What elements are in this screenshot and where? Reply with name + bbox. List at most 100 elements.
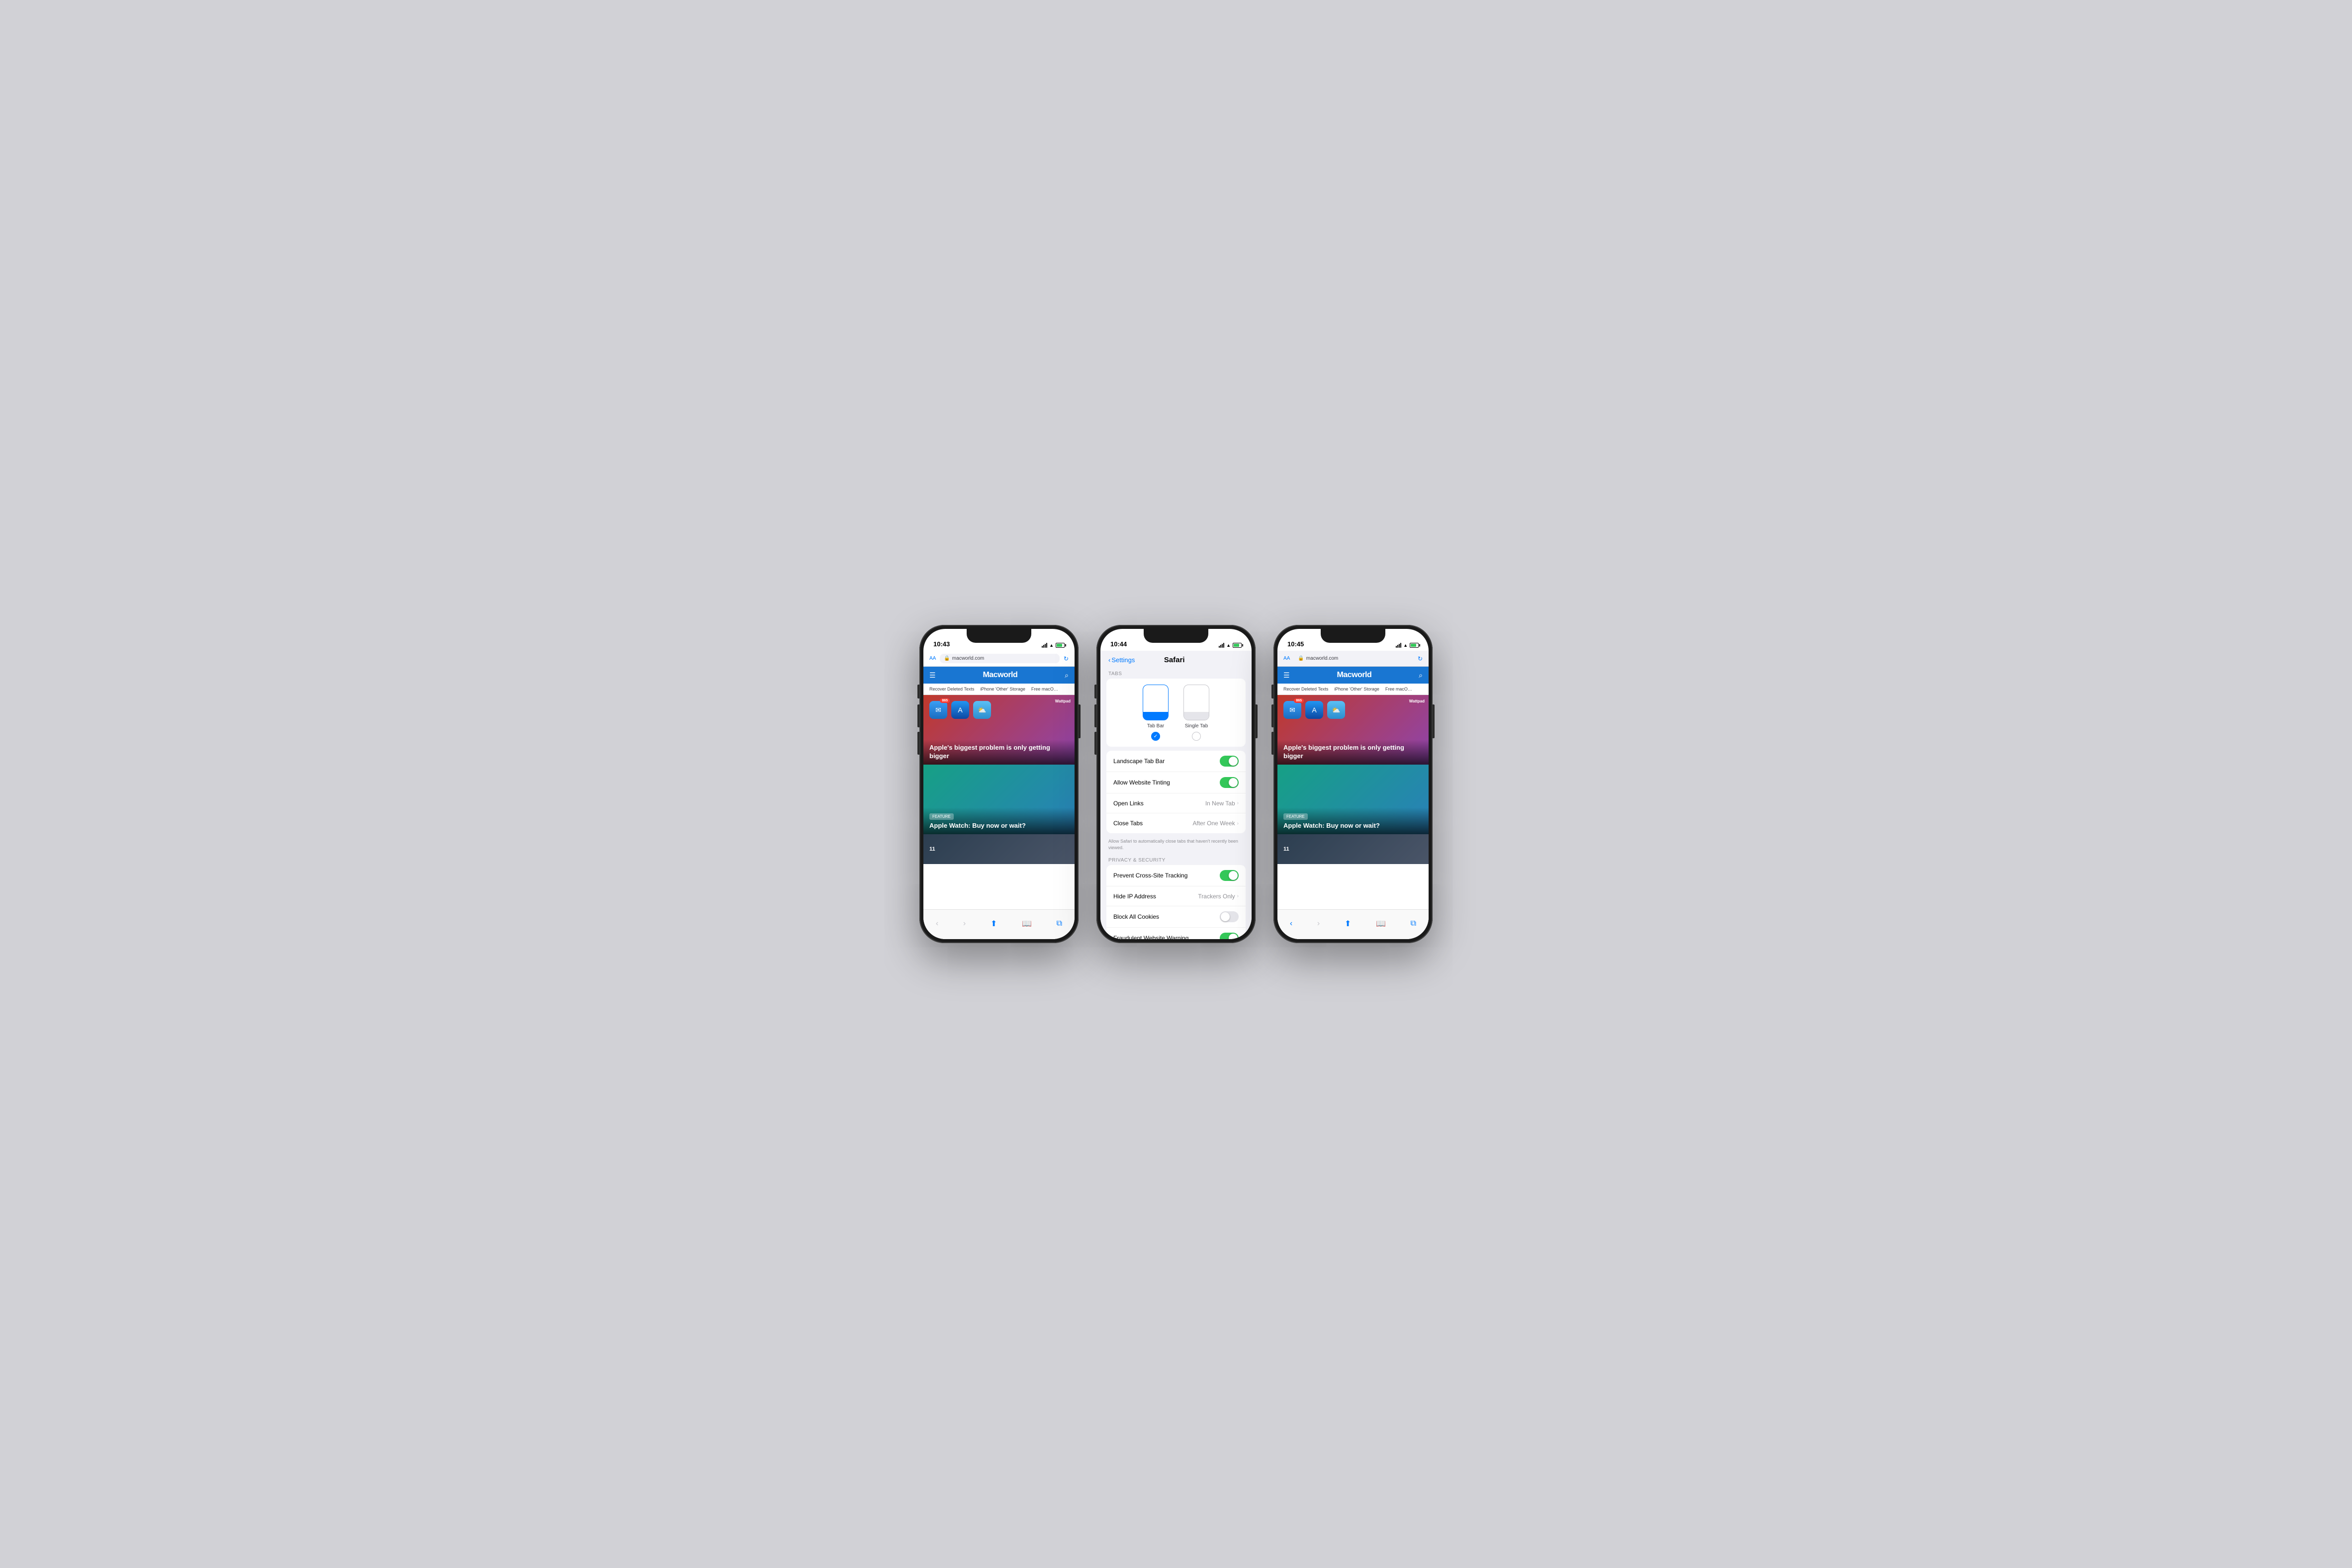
aa-label-3[interactable]: AA	[1283, 656, 1290, 661]
nav-link-1-2[interactable]: Free macO…	[1031, 687, 1058, 692]
nav-link-1-1[interactable]: iPhone 'Other' Storage	[980, 687, 1025, 692]
phones-container: 10:43 ▲	[919, 625, 1433, 943]
bookmarks-button-3[interactable]: 📖	[1376, 919, 1386, 929]
mail-icon-1: ✉ 865	[929, 701, 947, 719]
nav-links-1: Recover Deleted Texts iPhone 'Other' Sto…	[923, 684, 1075, 695]
fraudulent-warning-row[interactable]: Fraudulent Website Warning	[1106, 928, 1246, 939]
tab-bar-radio[interactable]	[1151, 732, 1160, 741]
status-icons-3: ▲	[1396, 643, 1419, 648]
app-icons-1: ✉ 865 A ⛅	[929, 701, 991, 719]
hide-ip-label: Hide IP Address	[1113, 893, 1198, 900]
close-tabs-help-text: Allow Safari to automatically close tabs…	[1100, 837, 1252, 854]
fraudulent-warning-toggle[interactable]	[1220, 933, 1239, 939]
hide-ip-row[interactable]: Hide IP Address Trackers Only ›	[1106, 886, 1246, 906]
fraudulent-warning-label: Fraudulent Website Warning	[1113, 935, 1220, 939]
settings-nav-2: ‹ Settings Safari	[1100, 651, 1252, 667]
close-tabs-label: Close Tabs	[1113, 820, 1193, 827]
nav-link-1-0[interactable]: Recover Deleted Texts	[929, 687, 974, 692]
mail-badge-1: 865	[940, 698, 950, 703]
tab-bar-label: Tab Bar	[1147, 723, 1164, 729]
phone-1-inner: 10:43 ▲	[923, 629, 1075, 939]
mail-badge-3: 865	[1294, 698, 1304, 703]
tabs-button-1[interactable]: ⧉	[1057, 919, 1062, 928]
nav-link-3-1[interactable]: iPhone 'Other' Storage	[1334, 687, 1379, 692]
phone-3: 10:45 ▲	[1273, 625, 1433, 943]
hide-ip-chevron: ›	[1237, 893, 1239, 899]
single-tab-option[interactable]: Single Tab	[1183, 685, 1209, 744]
settings-back-label: Settings	[1111, 656, 1135, 664]
nav-links-3: Recover Deleted Texts iPhone 'Other' Sto…	[1277, 684, 1429, 695]
volume-up-button-3	[1271, 704, 1273, 727]
open-links-label: Open Links	[1113, 800, 1205, 807]
volume-up-button	[917, 704, 919, 727]
browser-nav-bar-1: AA 🔒 macworld.com ↻	[923, 651, 1075, 667]
search-icon-1[interactable]: ⌕	[1065, 671, 1069, 680]
block-cookies-toggle[interactable]	[1220, 911, 1239, 922]
search-icon-3[interactable]: ⌕	[1419, 671, 1423, 680]
block-cookies-row[interactable]: Block All Cookies	[1106, 906, 1246, 928]
prevent-cross-site-row[interactable]: Prevent Cross-Site Tracking	[1106, 865, 1246, 886]
article-card-3-1[interactable]: FEATURE Apple Watch: Buy now or wait?	[1277, 765, 1429, 834]
menu-icon-1[interactable]: ☰	[929, 671, 936, 680]
prevent-cross-site-toggle[interactable]	[1220, 870, 1239, 881]
forward-button-3[interactable]: ›	[1317, 919, 1320, 928]
article-card-1-0[interactable]: ✉ 865 A ⛅ Wattpad Apple's	[923, 695, 1075, 765]
mail-icon-3: ✉ 865	[1283, 701, 1301, 719]
allow-website-tinting-toggle[interactable]	[1220, 777, 1239, 788]
share-button-1[interactable]: ⬆	[991, 919, 997, 929]
mute-button-3	[1271, 685, 1273, 698]
share-button-3[interactable]: ⬆	[1345, 919, 1351, 929]
bookmarks-button-1[interactable]: 📖	[1022, 919, 1032, 929]
app-icons-3: ✉ 865 A ⛅	[1283, 701, 1345, 719]
settings-page-title: Safari	[1135, 656, 1214, 664]
open-links-row[interactable]: Open Links In New Tab ›	[1106, 793, 1246, 813]
signal-icon-3	[1396, 643, 1401, 648]
lock-icon-3: 🔒	[1298, 656, 1304, 661]
close-tabs-row[interactable]: Close Tabs After One Week ›	[1106, 813, 1246, 833]
power-button-2	[1256, 704, 1258, 738]
landscape-tab-bar-toggle[interactable]	[1220, 756, 1239, 767]
nav-link-3-0[interactable]: Recover Deleted Texts	[1283, 687, 1328, 692]
screen-2: ‹ Settings Safari TABS Tab Bar	[1100, 651, 1252, 939]
tab-selector: Tab Bar Single Tab	[1112, 679, 1240, 746]
settings-back-button[interactable]: ‹ Settings	[1108, 656, 1135, 664]
partial-card-3: 11	[1277, 834, 1429, 864]
reload-button-1[interactable]: ↻	[1064, 655, 1069, 662]
aa-label-1[interactable]: AA	[929, 656, 936, 661]
article-card-3-0[interactable]: ✉ 865 A ⛅ Wattpad Apple's	[1277, 695, 1429, 765]
browser-nav-bar-3: AA 🔒 macworld.com ↻	[1277, 651, 1429, 667]
volume-up-button-2	[1094, 704, 1096, 727]
url-bar-3[interactable]: 🔒 macworld.com	[1294, 654, 1414, 663]
wifi-icon-2: ▲	[1226, 643, 1231, 648]
status-icons-1: ▲	[1042, 643, 1065, 648]
landscape-tab-bar-row[interactable]: Landscape Tab Bar	[1106, 751, 1246, 772]
phone-2: 10:44 ▲	[1096, 625, 1256, 943]
allow-website-tinting-row[interactable]: Allow Website Tinting	[1106, 772, 1246, 793]
power-button	[1079, 704, 1081, 738]
article-overlay-1-0: Apple's biggest problem is only getting …	[923, 740, 1075, 765]
macworld-logo-1: Macworld	[936, 671, 1065, 680]
article-card-1-1[interactable]: FEATURE Apple Watch: Buy now or wait?	[923, 765, 1075, 834]
back-button-3[interactable]: ‹	[1290, 919, 1292, 928]
screen-3: AA 🔒 macworld.com ↻ ☰ Macworld ⌕ Recover…	[1277, 651, 1429, 939]
nav-link-3-2[interactable]: Free macO…	[1385, 687, 1412, 692]
wattpad-label-3: Wattpad	[1409, 699, 1425, 703]
single-tab-radio[interactable]	[1192, 732, 1201, 741]
back-button-1[interactable]: ‹	[936, 919, 938, 928]
article-overlay-3-1: FEATURE Apple Watch: Buy now or wait?	[1277, 807, 1429, 834]
macworld-header-1: ☰ Macworld ⌕	[923, 667, 1075, 684]
tabs-button-3[interactable]: ⧉	[1411, 919, 1416, 928]
forward-button-1[interactable]: ›	[963, 919, 966, 928]
phone-2-inner: 10:44 ▲	[1100, 629, 1252, 939]
time-2: 10:44	[1110, 640, 1127, 648]
single-tab-label: Single Tab	[1185, 723, 1208, 729]
menu-icon-3[interactable]: ☰	[1283, 671, 1290, 680]
article-overlay-1-1: FEATURE Apple Watch: Buy now or wait?	[923, 807, 1075, 834]
url-bar-1[interactable]: 🔒 macworld.com	[940, 654, 1060, 663]
article-overlay-3-0: Apple's biggest problem is only getting …	[1277, 740, 1429, 765]
battery-icon-1	[1056, 643, 1065, 648]
tab-bar-option[interactable]: Tab Bar	[1143, 685, 1169, 744]
article-title-3-1: Apple Watch: Buy now or wait?	[1283, 822, 1423, 830]
reload-button-3[interactable]: ↻	[1418, 655, 1423, 662]
open-links-chevron: ›	[1237, 800, 1239, 806]
